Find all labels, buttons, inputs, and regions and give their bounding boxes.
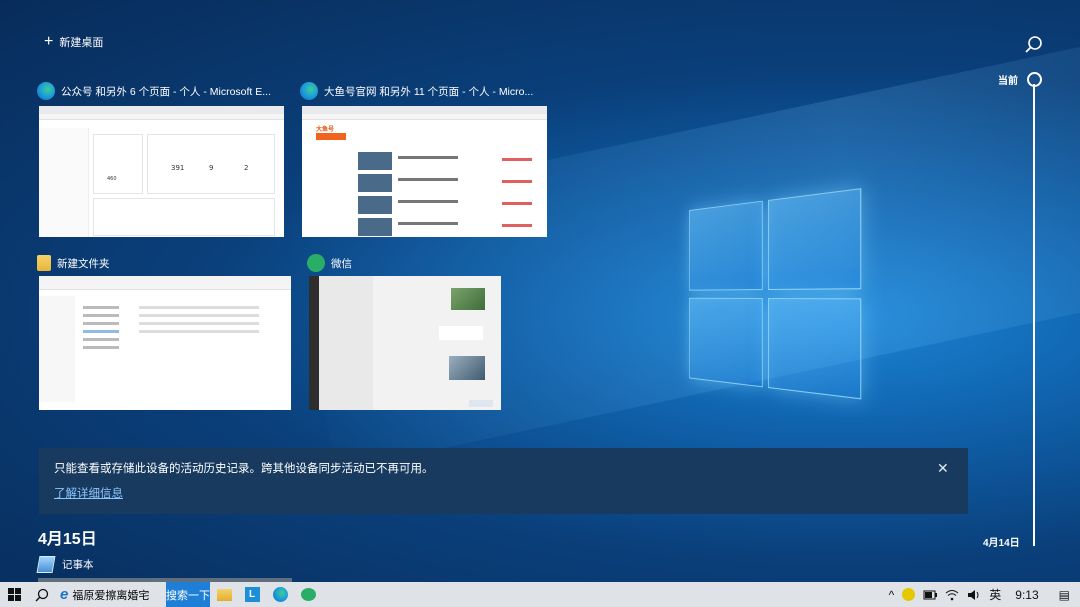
- ie-news-label: 福原爱擦离婚宅: [72, 589, 150, 602]
- learn-more-link[interactable]: 了解详细信息: [54, 485, 123, 501]
- taskbar-edge[interactable]: [266, 582, 294, 607]
- taskbar-file-explorer[interactable]: [210, 582, 238, 607]
- window-card-file-explorer[interactable]: 新建文件夹: [37, 254, 293, 410]
- notice-message: 只能查看或存储此设备的活动历史记录。跨其他设备同步活动已不再可用。: [54, 463, 434, 475]
- windows-logo-wallpaper: [688, 187, 868, 405]
- windows-start-icon: [7, 588, 21, 601]
- history-date-heading: 4月15日: [38, 531, 97, 548]
- taskbar-ie-news[interactable]: e 福原爱擦离婚宅: [56, 582, 166, 607]
- ie-icon: e: [60, 586, 69, 603]
- window-title: 新建文件夹: [57, 257, 110, 270]
- search-icon[interactable]: [1024, 35, 1044, 55]
- volume-icon[interactable]: [963, 582, 985, 607]
- history-item-notepad[interactable]: 记事本: [36, 556, 94, 573]
- search-more-button[interactable]: 搜索一下: [166, 582, 210, 607]
- stat-value: 391: [171, 164, 185, 172]
- taskbar-app-l[interactable]: L: [238, 582, 266, 607]
- folder-icon: [216, 588, 232, 601]
- stat-value: 460: [107, 176, 117, 182]
- stat-value: 9: [209, 164, 214, 172]
- plus-icon: +: [44, 33, 54, 50]
- activity-history-notice: 只能查看或存储此设备的活动历史记录。跨其他设备同步活动已不再可用。 了解详细信息…: [39, 448, 968, 514]
- start-button[interactable]: [0, 582, 28, 607]
- taskbar-search-button[interactable]: [28, 582, 56, 607]
- notification-center-icon[interactable]: ▤: [1049, 582, 1080, 607]
- wechat-icon: [307, 254, 325, 272]
- window-title: 微信: [331, 257, 352, 270]
- new-desktop-label: 新建桌面: [59, 37, 104, 49]
- notepad-icon: [36, 556, 56, 573]
- history-item-label: 记事本: [62, 559, 94, 571]
- close-icon[interactable]: ✕: [937, 460, 949, 477]
- thumb-logo: 大鱼号: [316, 127, 335, 133]
- clock[interactable]: 9:13: [1005, 582, 1048, 607]
- tray-app-icon[interactable]: [898, 582, 919, 607]
- timeline-current-label: 当前: [998, 76, 1018, 87]
- timeline-current-handle[interactable]: [1027, 72, 1042, 87]
- edge-icon: [300, 82, 318, 100]
- search-icon: [35, 588, 49, 601]
- taskbar-wechat[interactable]: [294, 582, 322, 607]
- edge-icon: [37, 82, 55, 100]
- battery-icon[interactable]: [919, 582, 941, 607]
- timeline-track[interactable]: [1033, 84, 1035, 546]
- taskbar: e 福原爱擦离婚宅 搜索一下 L ^ 英 9:13 ▤: [0, 582, 1080, 607]
- window-title: 公众号 和另外 6 个页面 - 个人 - Microsoft E...: [61, 85, 272, 98]
- window-thumbnail: 391 9 2 460: [39, 106, 284, 237]
- window-card-wechat[interactable]: 微信: [307, 254, 503, 410]
- app-l-icon: L: [244, 587, 260, 602]
- new-desktop-button[interactable]: + 新建桌面: [44, 34, 103, 50]
- window-thumbnail: [309, 276, 501, 410]
- timeline-date-label[interactable]: 4月14日: [983, 534, 1020, 549]
- window-title: 大鱼号官网 和另外 11 个页面 - 个人 - Micro...: [324, 85, 534, 98]
- window-thumbnail: [39, 276, 291, 410]
- folder-icon: [37, 255, 51, 271]
- window-thumbnail: 大鱼号: [302, 106, 547, 237]
- system-tray: ^ 英 9:13 ▤: [885, 582, 1080, 607]
- stat-value: 2: [244, 164, 249, 172]
- window-card-edge-wechat-official[interactable]: 公众号 和另外 6 个页面 - 个人 - Microsoft E... 391 …: [37, 82, 285, 238]
- task-view: + 新建桌面 公众号 和另外 6 个页面 - 个人 - Microsoft E.…: [0, 0, 1080, 582]
- tray-overflow-chevron-icon[interactable]: ^: [885, 582, 899, 607]
- edge-icon: [272, 587, 288, 602]
- wechat-icon: [300, 588, 316, 601]
- wifi-icon[interactable]: [941, 582, 963, 607]
- ime-indicator[interactable]: 英: [985, 582, 1005, 607]
- window-card-edge-dayu[interactable]: 大鱼号官网 和另外 11 个页面 - 个人 - Micro... 大鱼号: [300, 82, 548, 238]
